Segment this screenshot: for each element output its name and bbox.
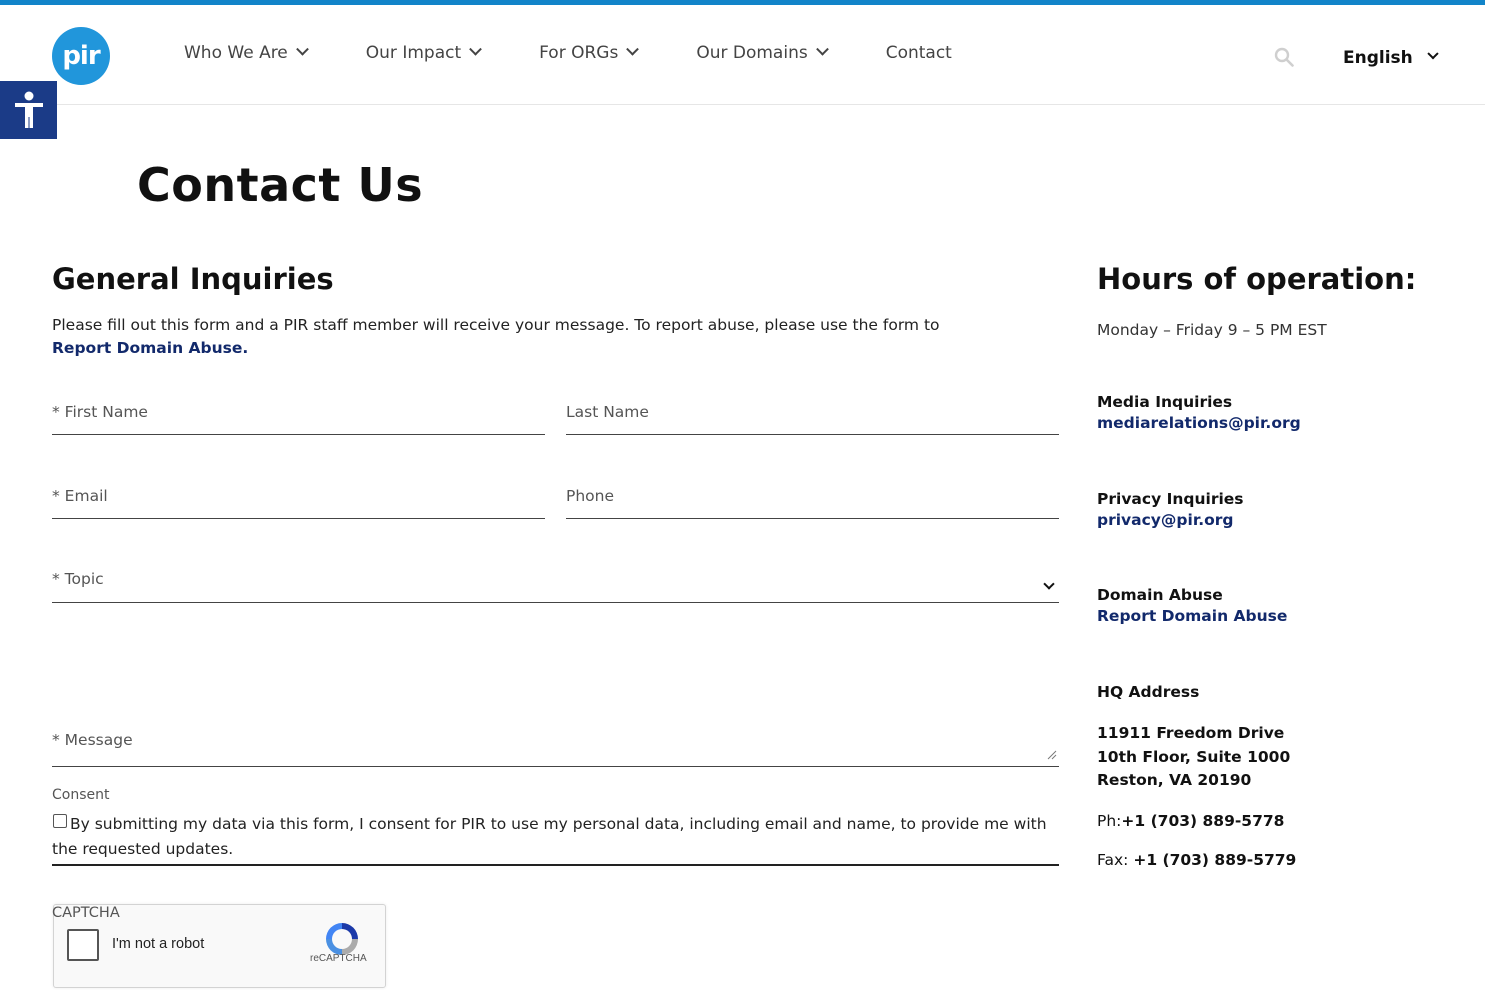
phone-label: Ph: (1097, 812, 1122, 830)
first-name-field[interactable]: * First Name (52, 398, 545, 435)
nav-our-impact[interactable]: Our Impact (365, 42, 482, 63)
form-title: General Inquiries (52, 262, 334, 296)
chevron-down-icon (626, 42, 640, 56)
language-label: English (1343, 48, 1413, 68)
last-name-placeholder: Last Name (566, 403, 649, 421)
hours-text: Monday – Friday 9 – 5 PM EST (1097, 321, 1327, 339)
consent-label: Consent (52, 787, 110, 803)
intro-text: Please fill out this form and a PIR staf… (52, 316, 940, 334)
fax-line: Fax: +1 (703) 889-5779 (1097, 851, 1296, 869)
hours-title: Hours of operation: (1097, 262, 1417, 296)
consent-checkbox[interactable] (53, 814, 67, 828)
media-inquiries: Media Inquiries mediarelations@pir.org (1097, 393, 1301, 432)
fax-number: +1 (703) 889-5779 (1133, 851, 1297, 869)
chevron-down-icon (295, 42, 309, 56)
consent-text: By submitting my data via this form, I c… (52, 815, 1047, 858)
report-domain-abuse-link[interactable]: Report Domain Abuse (1097, 607, 1287, 625)
media-email-link[interactable]: mediarelations@pir.org (1097, 414, 1301, 432)
accessibility-button[interactable] (0, 81, 57, 139)
form-intro: Please fill out this form and a PIR staf… (52, 314, 992, 360)
pir-logo[interactable]: pir (52, 27, 110, 85)
language-selector[interactable]: English (1343, 48, 1439, 68)
nav-for-orgs[interactable]: For ORGs (539, 42, 640, 63)
nav-label: Our Domains (696, 43, 808, 63)
phone-number[interactable]: +1 (703) 889-5778 (1121, 812, 1284, 830)
accessibility-person-icon (14, 91, 43, 128)
address-line: 10th Floor, Suite 1000 (1097, 747, 1291, 766)
message-placeholder: * Message (52, 731, 133, 749)
address-line: 11911 Freedom Drive (1097, 724, 1285, 742)
domain-abuse: Domain Abuse Report Domain Abuse (1097, 586, 1287, 625)
address-block: 11911 Freedom Drive 10th Floor, Suite 10… (1097, 722, 1290, 793)
email-placeholder: * Email (52, 487, 108, 505)
privacy-heading: Privacy Inquiries (1097, 490, 1244, 508)
consent-group: By submitting my data via this form, I c… (52, 812, 1059, 866)
hq-address: HQ Address 11911 Freedom Drive 10th Floo… (1097, 683, 1290, 793)
logo-text: pir (62, 41, 100, 71)
privacy-inquiries: Privacy Inquiries privacy@pir.org (1097, 490, 1244, 529)
hq-heading: HQ Address (1097, 683, 1200, 701)
first-name-placeholder: * First Name (52, 403, 148, 421)
chevron-down-icon (815, 42, 829, 56)
nav-our-domains[interactable]: Our Domains (696, 42, 829, 63)
site-header: pir Who We Are Our Impact For ORGs Our D… (0, 5, 1485, 105)
topic-select[interactable]: * Topic (52, 565, 1059, 603)
privacy-email-link[interactable]: privacy@pir.org (1097, 511, 1244, 529)
nav-label: For ORGs (539, 43, 619, 63)
media-heading: Media Inquiries (1097, 393, 1233, 411)
email-field[interactable]: * Email (52, 482, 545, 519)
nav-who-we-are[interactable]: Who We Are (184, 42, 309, 63)
nav-label: Who We Are (184, 43, 288, 63)
nav-label: Our Impact (365, 43, 462, 63)
chevron-down-icon (1427, 48, 1439, 60)
phone-line: Ph:+1 (703) 889-5778 (1097, 812, 1284, 830)
phone-field[interactable]: Phone (566, 482, 1059, 519)
recaptcha-brand: reCAPTCHA (310, 953, 367, 964)
main-nav: Who We Are Our Impact For ORGs Our Domai… (184, 42, 1011, 63)
captcha-label: CAPTCHA (52, 905, 120, 921)
recaptcha-text: I'm not a robot (112, 936, 205, 952)
phone-placeholder: Phone (566, 487, 615, 505)
resize-handle-icon[interactable] (1047, 750, 1057, 760)
chevron-down-icon (469, 42, 482, 56)
fax-label: Fax: (1097, 851, 1134, 869)
nav-contact[interactable]: Contact (886, 43, 952, 63)
last-name-field[interactable]: Last Name (566, 398, 1059, 435)
search-icon[interactable] (1274, 47, 1294, 67)
address-line: Reston, VA 20190 (1097, 771, 1252, 789)
page-title: Contact Us (137, 158, 424, 212)
nav-label: Contact (885, 43, 952, 63)
chevron-down-icon (1043, 578, 1055, 590)
recaptcha-checkbox[interactable] (67, 929, 99, 961)
abuse-heading: Domain Abuse (1097, 586, 1223, 604)
message-textarea[interactable]: * Message (52, 620, 1059, 767)
topic-placeholder: * Topic (52, 570, 104, 588)
report-abuse-link[interactable]: Report Domain Abuse. (52, 339, 248, 357)
